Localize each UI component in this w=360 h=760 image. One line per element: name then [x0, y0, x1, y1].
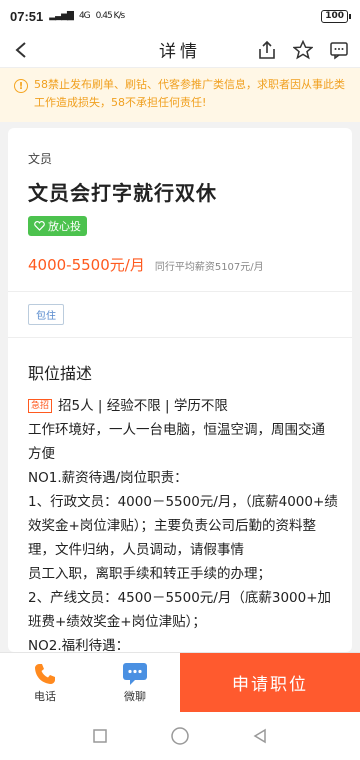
status-time: 07:51	[10, 8, 44, 24]
bottom-action-bar: 电话 微聊 申请职位	[0, 652, 360, 712]
phone-icon	[35, 663, 55, 684]
description-line: 1、行政文员：4000－5500元/月，（底薪4000+绩效奖金+岗位津贴）；主…	[28, 494, 338, 558]
signal-icon: ▂▃▅▇	[49, 11, 74, 21]
network-type: 4G	[78, 11, 91, 21]
favorite-icon[interactable]	[292, 39, 314, 61]
heart-icon	[34, 221, 45, 231]
job-title: 文员会打字就行双休	[28, 181, 217, 205]
back-icon[interactable]	[10, 39, 32, 61]
description-line: 工作环境好，一人一台电脑，恒温空调，周围交通方便	[28, 422, 325, 462]
job-category: 文员	[28, 152, 53, 166]
network-speed: 0.45 K/s	[95, 11, 126, 21]
trust-badge-label: 放心投	[48, 220, 81, 233]
share-icon[interactable]	[256, 39, 278, 61]
trust-badge: 放心投	[28, 216, 87, 236]
home-icon[interactable]	[170, 726, 190, 746]
divider	[8, 291, 352, 292]
average-salary: 同行平均薪资5107元/月	[154, 262, 264, 273]
description-line: 员工入职，离职手续和转正手续的办理；	[28, 566, 271, 582]
description-line: 2、产线文员：4500－5500元/月（底薪3000+加班费+绩效奖金+岗位津贴…	[28, 590, 332, 630]
apply-button[interactable]: 申请职位	[180, 653, 360, 712]
phone-label: 电话	[34, 689, 56, 703]
description-line: NO1.薪资待遇/岗位职责：	[28, 470, 188, 486]
welfare-tag: 包住	[28, 304, 64, 325]
section-title: 职位描述	[28, 364, 93, 383]
chat-button[interactable]: 微聊	[90, 653, 180, 712]
message-icon[interactable]	[328, 39, 350, 61]
phone-button[interactable]: 电话	[0, 653, 90, 712]
divider	[8, 337, 352, 338]
system-nav-bar	[0, 712, 360, 760]
battery-icon: 100	[321, 9, 351, 23]
job-description: 急招 招5人 | 经验不限 | 学历不限 工作环境好，一人一台电脑，恒温空调，周围…	[28, 394, 338, 652]
page-title: 详情	[159, 42, 201, 62]
back-nav-icon[interactable]	[250, 726, 270, 746]
job-detail-card: 文员 文员会打字就行双休 放心投 4000-5500元/月 同行平均薪资5107…	[8, 128, 352, 652]
recent-apps-icon[interactable]	[90, 726, 110, 746]
description-line: NO2.福利待遇：	[28, 638, 130, 652]
nav-bar: 详情	[0, 32, 360, 68]
salary: 4000-5500元/月	[28, 256, 145, 274]
urgent-label: 急招	[28, 399, 53, 413]
notice-banner: ! 58禁止发布刷单、刷钻、代客参推广类信息，求职者因从事此类工作造成损失，58…	[0, 68, 360, 122]
job-requirements: 招5人 | 经验不限 | 学历不限	[58, 398, 228, 414]
warning-icon: !	[14, 79, 28, 93]
notice-text: 58禁止发布刷单、刷钻、代客参推广类信息，求职者因从事此类工作造成损失，58不承…	[34, 78, 345, 109]
chat-icon	[123, 662, 147, 685]
status-bar: 07:51 ▂▃▅▇ 4G 0.45 K/s 100	[0, 0, 360, 32]
chat-label: 微聊	[124, 689, 146, 703]
